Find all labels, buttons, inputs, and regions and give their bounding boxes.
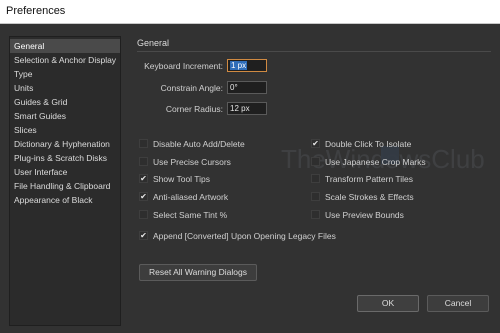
section-divider: [137, 51, 491, 52]
sidebar-item-general[interactable]: General: [10, 39, 120, 53]
preferences-dialog: General Selection & Anchor Display Type …: [0, 24, 500, 333]
checkbox-checked-icon[interactable]: ✔: [139, 231, 148, 241]
sidebar-item-units[interactable]: Units: [10, 81, 120, 95]
sidebar-item-type[interactable]: Type: [10, 67, 120, 81]
option-label: Select Same Tint %: [153, 210, 228, 220]
option-use-japanese-crop-marks[interactable]: Use Japanese Crop Marks: [311, 156, 426, 168]
preferences-sidebar: General Selection & Anchor Display Type …: [9, 36, 121, 326]
option-label: Double Click To Isolate: [325, 139, 412, 149]
option-label: Use Precise Cursors: [153, 157, 231, 167]
cancel-button[interactable]: Cancel: [427, 295, 489, 312]
checkbox-icon[interactable]: [139, 210, 148, 220]
option-use-preview-bounds[interactable]: Use Preview Bounds: [311, 209, 404, 221]
sidebar-item-appearance-of-black[interactable]: Appearance of Black: [10, 193, 120, 207]
sidebar-item-smart-guides[interactable]: Smart Guides: [10, 109, 120, 123]
option-label: Scale Strokes & Effects: [325, 192, 414, 202]
general-panel: General Keyboard Increment: 1 px Constra…: [129, 34, 491, 294]
option-label: Disable Auto Add/Delete: [153, 139, 245, 149]
option-show-tool-tips[interactable]: ✔ Show Tool Tips: [139, 173, 210, 185]
option-disable-auto-add-delete[interactable]: Disable Auto Add/Delete: [139, 138, 245, 150]
corner-radius-field[interactable]: 12 px: [227, 102, 267, 115]
option-anti-aliased-artwork[interactable]: ✔ Anti-aliased Artwork: [139, 191, 228, 203]
option-use-precise-cursors[interactable]: Use Precise Cursors: [139, 156, 231, 168]
corner-radius-label: Corner Radius:: [165, 104, 223, 114]
section-title: General: [137, 38, 170, 48]
option-label: Use Preview Bounds: [325, 210, 404, 220]
option-scale-strokes-effects[interactable]: Scale Strokes & Effects: [311, 191, 414, 203]
option-append-converted[interactable]: ✔ Append [Converted] Upon Opening Legacy …: [139, 230, 336, 242]
sidebar-item-file-handling-clipboard[interactable]: File Handling & Clipboard: [10, 179, 120, 193]
checkbox-icon[interactable]: [311, 174, 320, 184]
keyboard-increment-value: 1 px: [230, 61, 248, 70]
sidebar-item-user-interface[interactable]: User Interface: [10, 165, 120, 179]
keyboard-increment-label: Keyboard Increment:: [144, 61, 223, 71]
checkbox-checked-icon[interactable]: ✔: [139, 174, 148, 184]
ok-button[interactable]: OK: [357, 295, 419, 312]
sidebar-item-plugins-scratch-disks[interactable]: Plug-ins & Scratch Disks: [10, 151, 120, 165]
sidebar-item-dictionary-hyphenation[interactable]: Dictionary & Hyphenation: [10, 137, 120, 151]
checkbox-icon[interactable]: [311, 192, 320, 202]
checkbox-icon[interactable]: [139, 157, 148, 167]
reset-warning-dialogs-button[interactable]: Reset All Warning Dialogs: [139, 264, 257, 281]
checkbox-checked-icon[interactable]: ✔: [311, 139, 320, 149]
checkbox-checked-icon[interactable]: ✔: [139, 192, 148, 202]
option-select-same-tint[interactable]: Select Same Tint %: [139, 209, 227, 221]
sidebar-item-selection-anchor-display[interactable]: Selection & Anchor Display: [10, 53, 120, 67]
option-label: Anti-aliased Artwork: [153, 192, 229, 202]
option-label: Transform Pattern Tiles: [325, 174, 414, 184]
checkbox-icon[interactable]: [311, 210, 320, 220]
constrain-angle-field[interactable]: 0°: [227, 81, 267, 94]
checkbox-icon[interactable]: [311, 157, 320, 167]
sidebar-item-guides-grid[interactable]: Guides & Grid: [10, 95, 120, 109]
option-transform-pattern-tiles[interactable]: Transform Pattern Tiles: [311, 173, 413, 185]
option-double-click-to-isolate[interactable]: ✔ Double Click To Isolate: [311, 138, 411, 150]
window-title: Preferences: [0, 0, 500, 24]
constrain-angle-label: Constrain Angle:: [160, 83, 223, 93]
keyboard-increment-field[interactable]: 1 px: [227, 59, 267, 72]
option-label: Use Japanese Crop Marks: [325, 157, 426, 167]
sidebar-item-slices[interactable]: Slices: [10, 123, 120, 137]
option-label: Append [Converted] Upon Opening Legacy F…: [153, 231, 336, 241]
checkbox-icon[interactable]: [139, 139, 148, 149]
option-label: Show Tool Tips: [153, 174, 211, 184]
